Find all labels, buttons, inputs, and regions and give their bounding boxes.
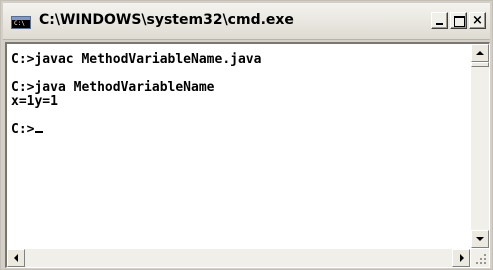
console-line: C:>javac MethodVariableName.java bbox=[11, 52, 262, 67]
vertical-scrollbar[interactable] bbox=[471, 44, 489, 248]
title-bar[interactable]: C:\ C:\WINDOWS\system32\cmd.exe × bbox=[3, 3, 490, 40]
close-icon: × bbox=[472, 13, 483, 28]
console-prompt-line: C:> bbox=[11, 122, 44, 137]
horizontal-scrollbar[interactable] bbox=[7, 249, 470, 267]
maximize-button[interactable] bbox=[450, 12, 467, 29]
console-prompt: C:> bbox=[11, 122, 35, 137]
window-title: C:\WINDOWS\system32\cmd.exe bbox=[39, 12, 294, 28]
vertical-scroll-thumb[interactable] bbox=[471, 62, 489, 67]
cmd-console-icon[interactable]: C:\ bbox=[11, 16, 31, 29]
close-button[interactable]: × bbox=[469, 12, 486, 29]
arrow-down-icon bbox=[476, 237, 484, 241]
text-cursor bbox=[35, 131, 44, 133]
maximize-icon bbox=[454, 16, 465, 27]
arrow-up-icon bbox=[476, 51, 484, 55]
resize-grip-icon[interactable] bbox=[471, 249, 489, 267]
console-line: x=1y=1 bbox=[11, 94, 58, 109]
scroll-up-button[interactable] bbox=[471, 44, 489, 62]
scroll-left-button[interactable] bbox=[7, 249, 25, 267]
console-line: C:>java MethodVariableName bbox=[11, 80, 215, 95]
minimize-button[interactable] bbox=[431, 12, 448, 29]
arrow-left-icon bbox=[14, 254, 18, 262]
arrow-right-icon bbox=[460, 254, 464, 262]
console-client-area: C:>javac MethodVariableName.java C:>java… bbox=[5, 42, 490, 268]
scroll-right-button[interactable] bbox=[452, 249, 470, 267]
console-window: C:\ C:\WINDOWS\system32\cmd.exe × C:>jav… bbox=[0, 0, 493, 270]
scroll-down-button[interactable] bbox=[471, 230, 489, 248]
console-output[interactable]: C:>javac MethodVariableName.java C:>java… bbox=[7, 44, 470, 248]
minimize-icon bbox=[436, 23, 443, 25]
